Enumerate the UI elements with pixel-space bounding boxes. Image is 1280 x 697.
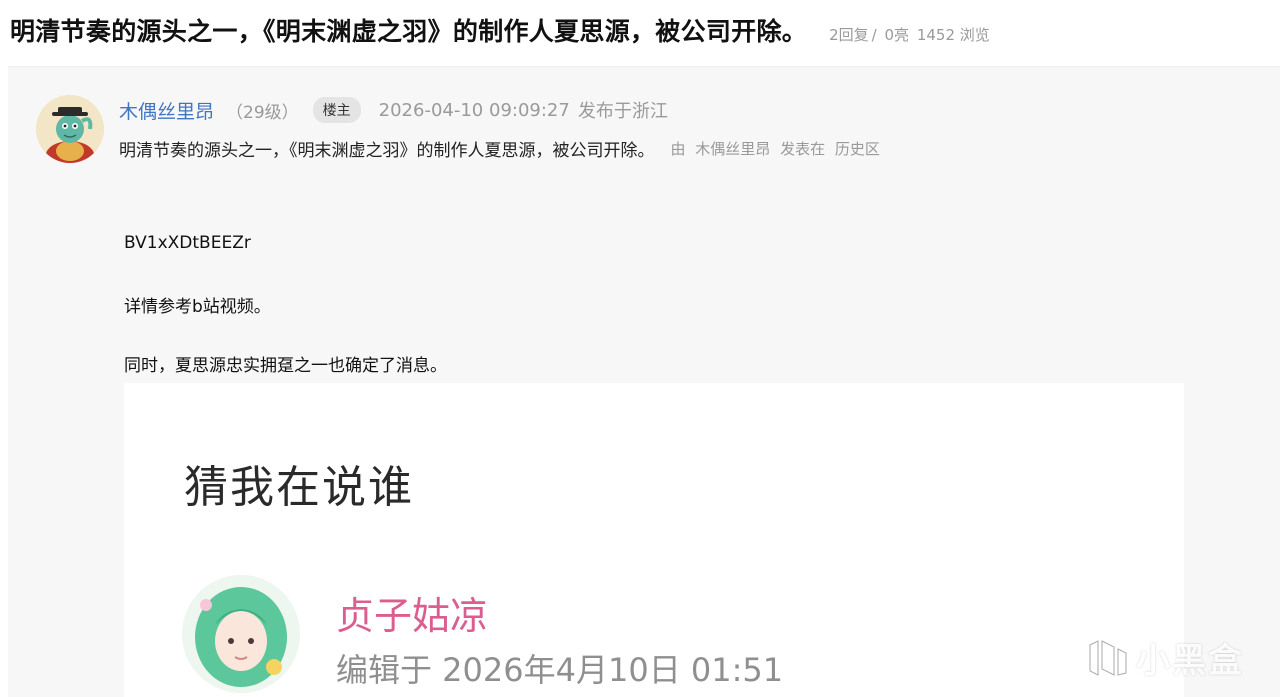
stats-separator: / xyxy=(871,26,877,44)
embed-avatar-image xyxy=(182,575,300,693)
post-time: 2026-04-10 09:09:27 xyxy=(378,99,570,121)
post-subtitle: 明清节奏的源头之一，《明末渊虚之羽》的制作人夏思源，被公司开除。 xyxy=(119,140,655,161)
body-paragraph-confirmation: 同时，夏思源忠实拥趸之一也确定了消息。 xyxy=(124,356,447,376)
heybox-logo-icon xyxy=(1089,639,1127,676)
reply-count: 2回复 xyxy=(829,26,869,44)
page-title: 明清节奏的源头之一，《明末渊虚之羽》的制作人夏思源，被公司开除。 xyxy=(10,17,808,46)
op-badge: 楼主 xyxy=(312,97,361,123)
source-info: 由 木偶丝里昂 发表在 历史区 xyxy=(671,138,885,159)
watermark: 小黑盒 xyxy=(1086,633,1244,682)
post-location: 发布于浙江 xyxy=(577,101,668,122)
avatar-image xyxy=(36,95,104,163)
author-avatar[interactable] xyxy=(36,95,104,163)
embed-avatar xyxy=(182,575,300,693)
author-name[interactable]: 木偶丝里昂 xyxy=(119,97,214,124)
source-author[interactable]: 木偶丝里昂 xyxy=(695,140,770,158)
source-prefix: 由 xyxy=(670,139,686,158)
source-board[interactable]: 历史区 xyxy=(835,140,880,158)
body-paragraph-video-id: BV1xXDtBEEZr xyxy=(124,233,251,253)
post-stats: 2回复/ 0亮 1452 浏览 xyxy=(829,24,993,45)
source-posted-in: 发表在 xyxy=(780,139,826,158)
body-paragraph-details: 详情参考b站视频。 xyxy=(124,297,271,317)
like-count: 0亮 xyxy=(884,26,910,44)
view-count: 1452 浏览 xyxy=(916,26,990,44)
watermark-text: 小黑盒 xyxy=(1136,641,1244,681)
embedded-screenshot[interactable]: 猜我在说谁 贞子姑凉 编辑于 2026年4月10日 01:51 xyxy=(124,383,1184,697)
embed-heading: 猜我在说谁 xyxy=(184,462,414,513)
page-header: 明清节奏的源头之一，《明末渊虚之羽》的制作人夏思源，被公司开除。 2回复/ 0亮… xyxy=(10,12,993,52)
embed-user-name: 贞子姑凉 xyxy=(336,594,489,638)
author-level: （29级） xyxy=(226,102,299,123)
post-meta: 木偶丝里昂 （29级） 楼主 2026-04-10 09:09:27 发布于浙江 xyxy=(119,95,668,125)
post-container: 木偶丝里昂 （29级） 楼主 2026-04-10 09:09:27 发布于浙江… xyxy=(8,66,1280,697)
post-subtitle-row: 明清节奏的源头之一，《明末渊虚之羽》的制作人夏思源，被公司开除。 由 木偶丝里昂… xyxy=(119,135,885,161)
embed-edit-date: 编辑于 2026年4月10日 01:51 xyxy=(336,651,784,689)
